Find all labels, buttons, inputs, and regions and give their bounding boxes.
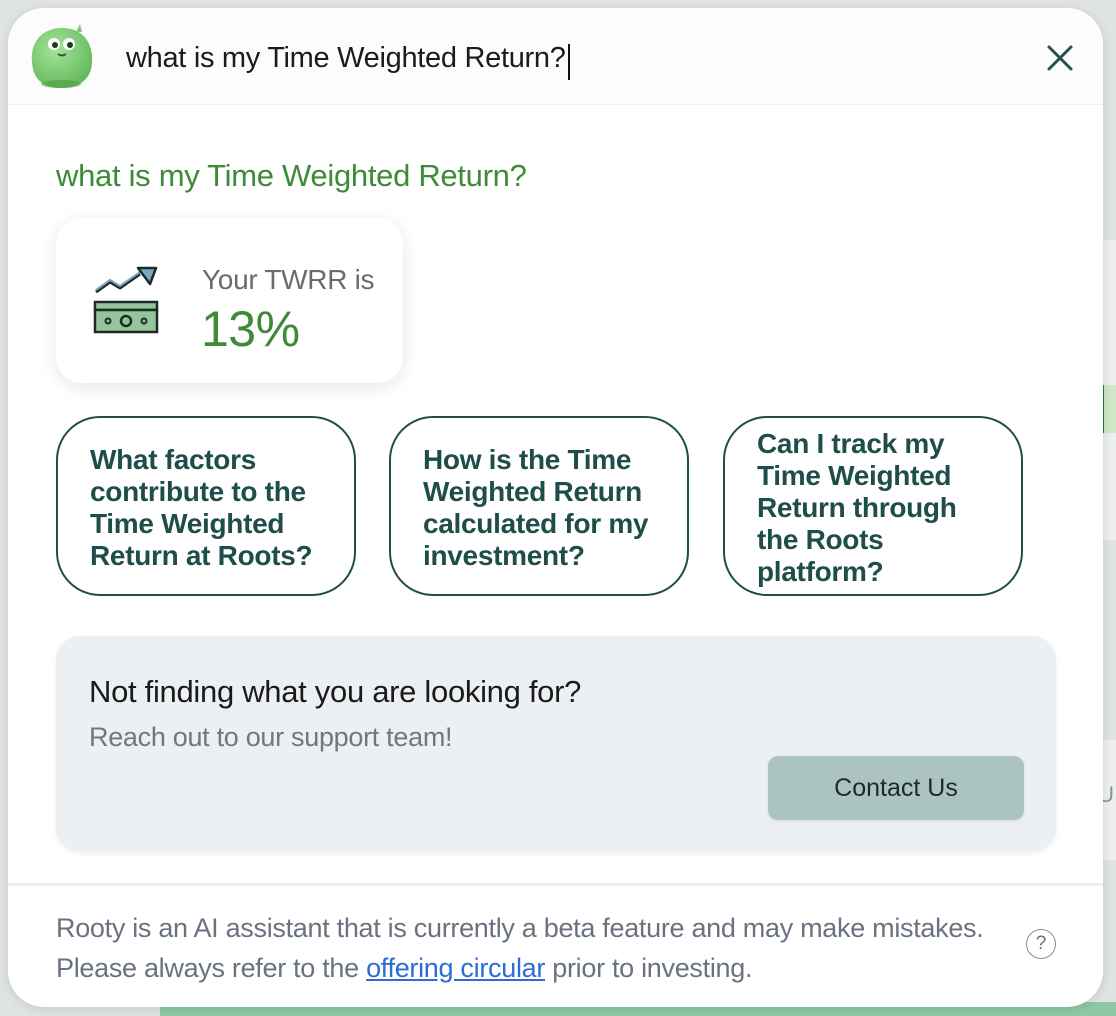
- result-value: 13%: [201, 301, 300, 357]
- search-bar: [8, 8, 1103, 105]
- suggestion-chip[interactable]: How is the Time Weighted Return calculat…: [389, 416, 689, 596]
- assistant-modal: what is my Time Weighted Return? Your TW…: [8, 8, 1103, 1007]
- suggestion-chip[interactable]: Can I track my Time Weighted Return thro…: [723, 416, 1023, 596]
- mascot-icon: [31, 24, 93, 88]
- result-label: Your TWRR is: [202, 264, 375, 295]
- help-icon[interactable]: ?: [1026, 929, 1056, 959]
- question-heading: what is my Time Weighted Return?: [56, 158, 527, 193]
- suggestion-chip[interactable]: What factors contribute to the Time Weig…: [56, 416, 356, 596]
- suggestion-label: Can I track my Time Weighted Return thro…: [757, 428, 957, 587]
- suggestion-label: How is the Time Weighted Return calculat…: [423, 444, 649, 571]
- background-icon: [1102, 385, 1116, 433]
- support-subtitle: Reach out to our support team!: [89, 722, 453, 752]
- support-card: Not finding what you are looking for? Re…: [56, 636, 1056, 852]
- disclaimer-text-end: prior to investing.: [545, 953, 753, 983]
- disclaimer-text: Rooty is an AI assistant that is current…: [56, 908, 1016, 988]
- search-input[interactable]: [124, 32, 928, 84]
- result-card: Your TWRR is 13%: [56, 218, 403, 383]
- suggestion-label: What factors contribute to the Time Weig…: [90, 444, 313, 571]
- footer-divider: [8, 883, 1103, 886]
- text-caret: [568, 44, 570, 80]
- offering-circular-link[interactable]: offering circular: [366, 953, 545, 983]
- support-title: Not finding what you are looking for?: [89, 674, 582, 709]
- contact-us-button[interactable]: Contact Us: [768, 756, 1024, 820]
- close-icon[interactable]: [1040, 38, 1080, 78]
- money-trend-up-icon: [93, 266, 159, 334]
